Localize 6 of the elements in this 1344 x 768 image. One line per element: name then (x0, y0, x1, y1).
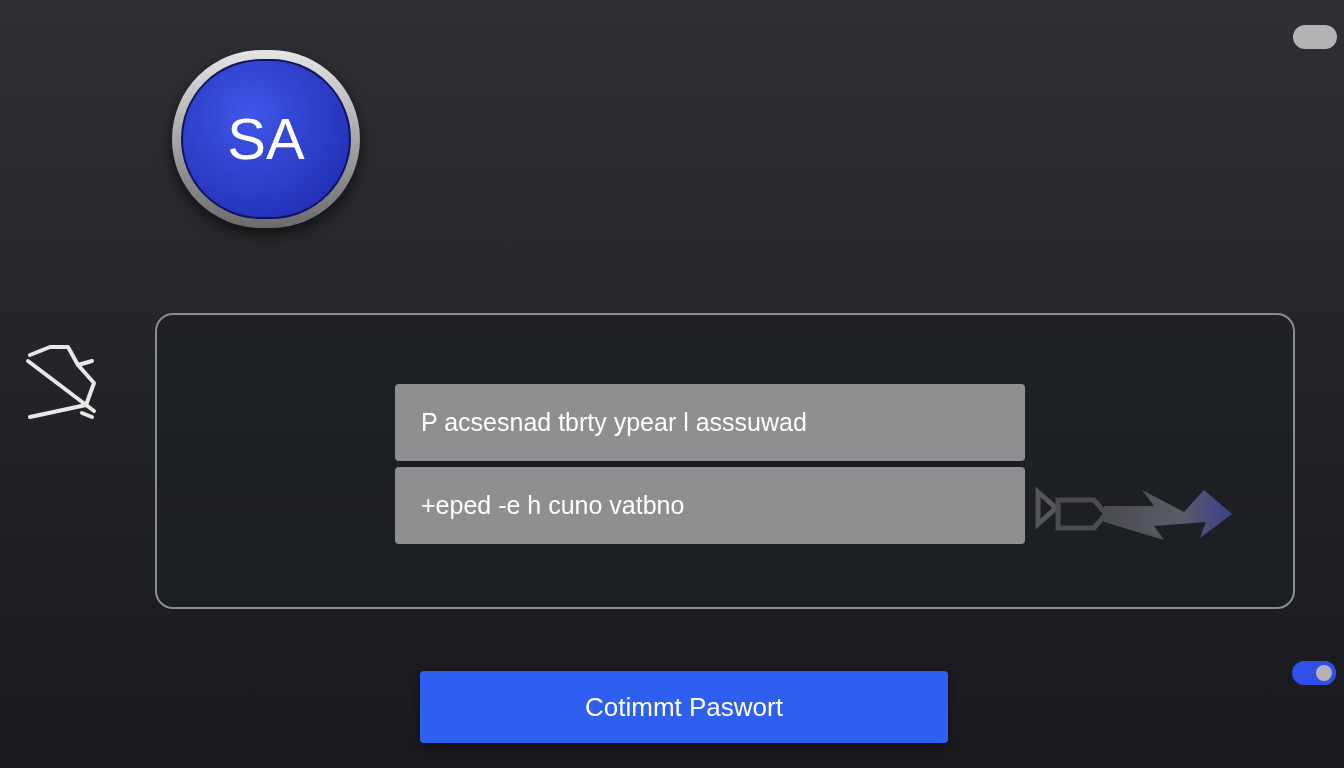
input-field[interactable]: +eped -e h cuno vatbno (395, 467, 1025, 544)
toggle-switch[interactable] (1293, 25, 1337, 49)
avatar-initials: SA (227, 110, 305, 168)
input-field[interactable]: P acsesnad tbrty ypear l asssuwad (395, 384, 1025, 461)
submit-button[interactable]: Cotimmt Paswort (420, 671, 948, 743)
toggle-switch[interactable] (1292, 661, 1336, 685)
